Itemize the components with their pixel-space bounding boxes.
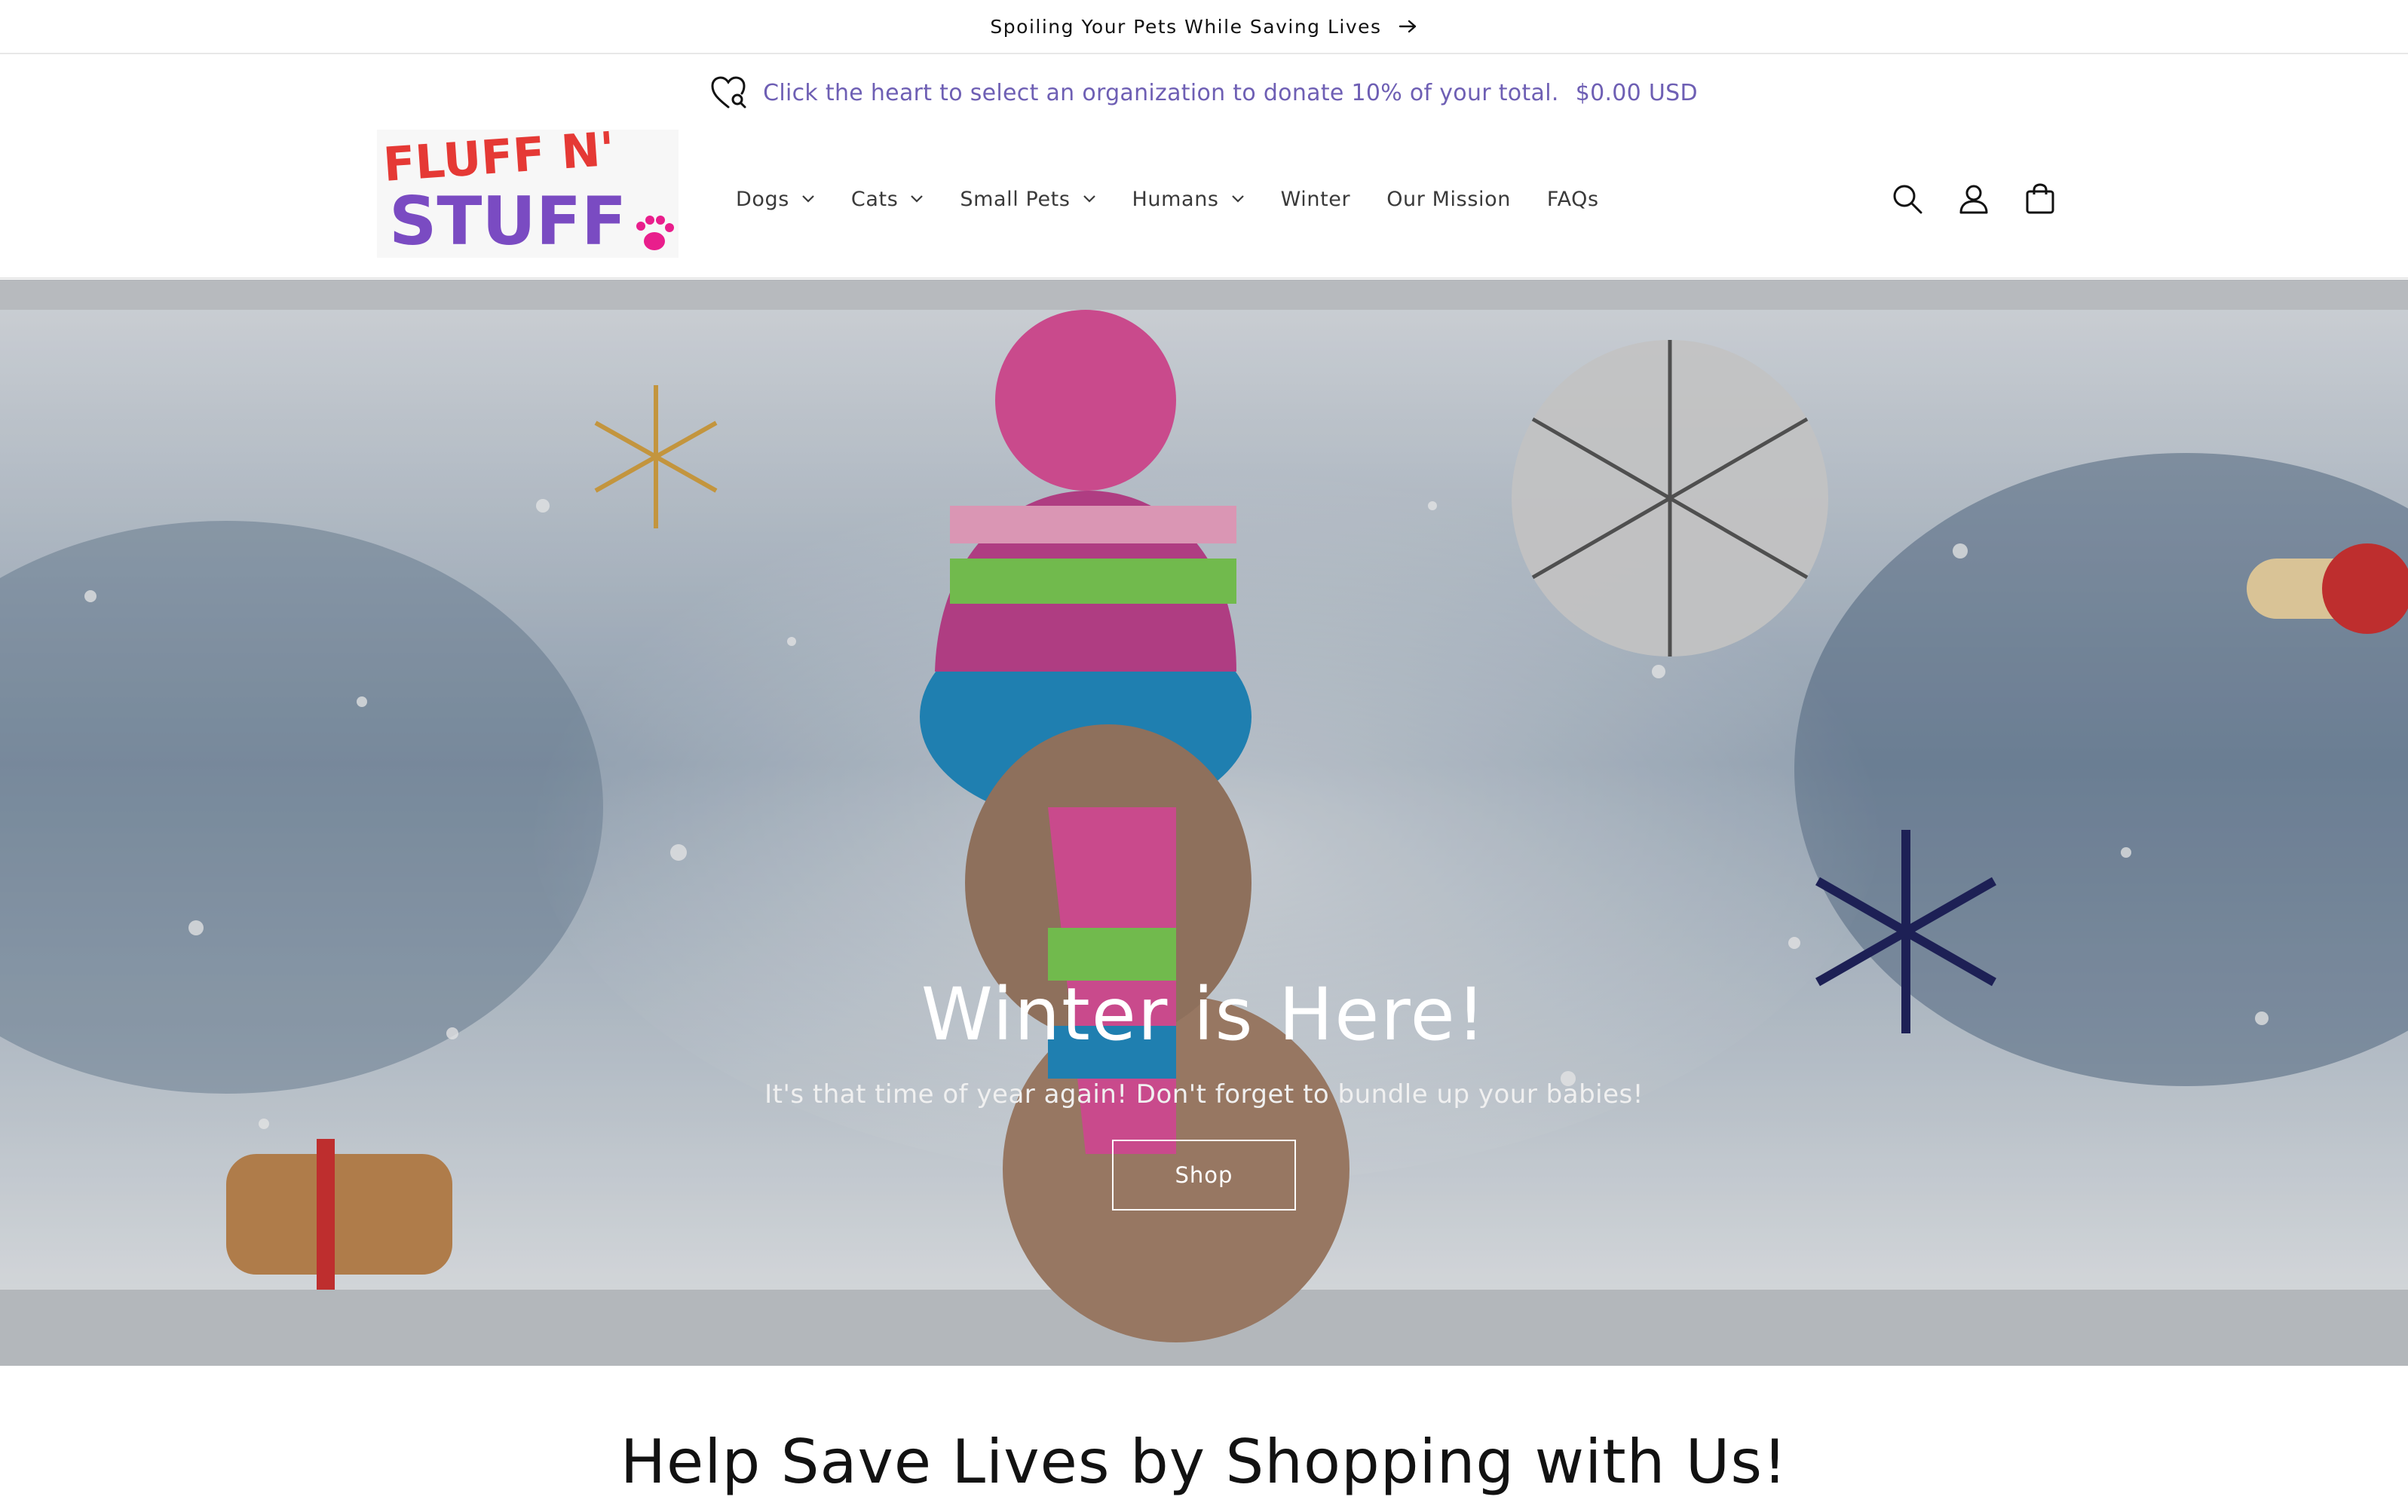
header-actions	[1864, 176, 2063, 222]
nav-label: FAQs	[1546, 187, 1599, 211]
hero-content: Winter is Here! It's that time of year a…	[0, 969, 2408, 1211]
nav-label: Humans	[1132, 187, 1219, 211]
main-nav: Dogs Cats Small Pets Humans Winter Our M…	[736, 182, 1635, 216]
donation-amount: $0.00 USD	[1575, 79, 1698, 106]
nav-item-faqs[interactable]: FAQs	[1547, 188, 1599, 211]
section-title: Help Save Lives by Shopping with Us!	[620, 1427, 1788, 1497]
logo-line2: STUFF	[389, 182, 627, 258]
heart-search-icon[interactable]	[710, 75, 748, 110]
hero-banner: Winter is Here! It's that time of year a…	[0, 280, 2408, 1366]
donation-text[interactable]: Click the heart to select an organizatio…	[763, 80, 1559, 106]
site-logo[interactable]: FLUFF N' STUFF	[377, 130, 679, 258]
account-icon[interactable]	[1951, 176, 1996, 222]
chevron-down-icon	[1083, 194, 1096, 204]
arrow-right-icon	[1399, 19, 1418, 34]
nav-item-small-pets[interactable]: Small Pets	[960, 188, 1095, 211]
shop-button[interactable]: Shop	[1112, 1140, 1296, 1211]
hero-subtitle: It's that time of year again! Don't forg…	[764, 1079, 1644, 1110]
cart-icon[interactable]	[2017, 176, 2063, 222]
nav-label: Dogs	[736, 187, 789, 211]
donation-bar: Click the heart to select an organizatio…	[0, 69, 2408, 116]
nav-item-winter[interactable]: Winter	[1281, 188, 1351, 211]
announcement-bar[interactable]: Spoiling Your Pets While Saving Lives	[0, 0, 2408, 54]
nav-label: Small Pets	[960, 187, 1071, 211]
search-icon[interactable]	[1885, 176, 1930, 222]
chevron-down-icon	[910, 194, 924, 204]
nav-label: Our Mission	[1386, 187, 1511, 211]
nav-label: Winter	[1280, 187, 1351, 211]
announcement-text: Spoiling Your Pets While Saving Lives	[990, 15, 1382, 38]
chevron-down-icon	[1231, 194, 1245, 204]
hero-title: Winter is Here!	[921, 972, 1487, 1057]
nav-item-our-mission[interactable]: Our Mission	[1386, 188, 1511, 211]
chevron-down-icon	[801, 194, 815, 204]
nav-item-dogs[interactable]: Dogs	[736, 188, 815, 211]
nav-item-cats[interactable]: Cats	[851, 188, 924, 211]
paw-icon	[636, 216, 674, 250]
nav-item-humans[interactable]: Humans	[1132, 188, 1245, 211]
nav-label: Cats	[850, 187, 899, 211]
site-header: FLUFF N' STUFF Dogs Cats Small Pets Huma…	[0, 116, 2408, 279]
